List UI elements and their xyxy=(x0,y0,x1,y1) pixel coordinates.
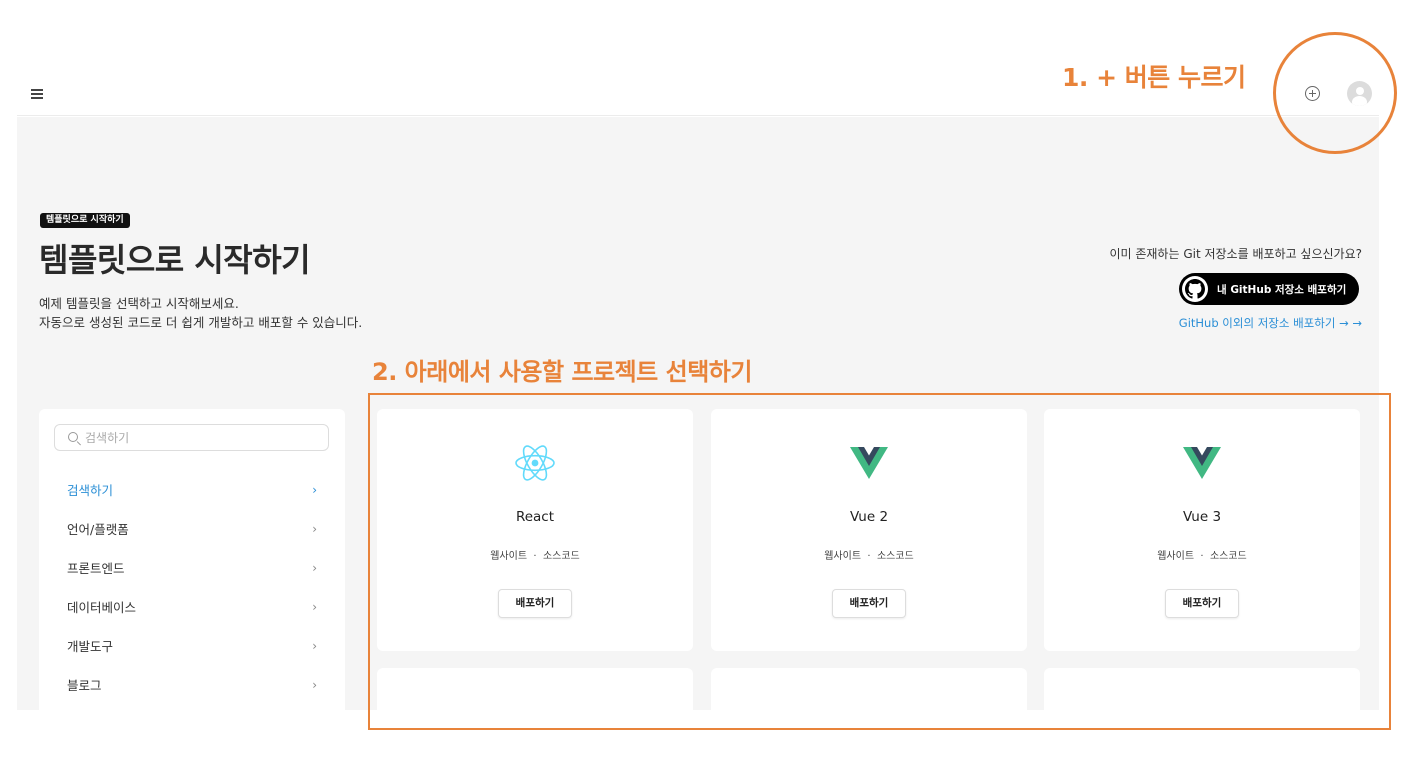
category-sidebar: 검색하기 › 언어/플랫폼 › 프론트엔드 › 데이터베이스 › 개발도구 › … xyxy=(39,409,345,710)
chevron-right-icon: › xyxy=(312,639,317,653)
annotation-highlight-box xyxy=(368,393,1391,730)
other-repo-link[interactable]: GitHub 이외의 저장소 배포하기 → → xyxy=(1179,315,1362,331)
description-line-1: 예제 템플릿을 선택하고 시작해보세요. xyxy=(39,296,239,311)
annotation-step-2: 2. 아래에서 사용할 프로젝트 선택하기 xyxy=(372,358,752,386)
chevron-right-icon: › xyxy=(312,483,317,497)
sidebar-item-label: 개발도구 xyxy=(67,639,114,654)
search-box[interactable] xyxy=(54,424,329,451)
sidebar-item-search[interactable]: 검색하기 › xyxy=(67,471,327,510)
sidebar-item-language-platform[interactable]: 언어/플랫폼 › xyxy=(67,510,327,549)
chevron-right-icon: › xyxy=(312,561,317,575)
annotation-circle xyxy=(1273,32,1397,154)
sidebar-item-devtools[interactable]: 개발도구 › xyxy=(67,627,327,666)
page-description: 예제 템플릿을 선택하고 시작해보세요. 자동으로 생성된 코드로 더 쉽게 개… xyxy=(39,294,362,332)
sidebar-item-database[interactable]: 데이터베이스 › xyxy=(67,588,327,627)
sidebar-item-label: 검색하기 xyxy=(67,483,114,498)
chevron-right-icon: › xyxy=(312,678,317,692)
sidebar-item-label: 언어/플랫폼 xyxy=(67,522,129,537)
sidebar-item-frontend[interactable]: 프론트엔드 › xyxy=(67,549,327,588)
deploy-github-repo-button[interactable]: 내 GitHub 저장소 배포하기 xyxy=(1179,273,1359,305)
search-icon xyxy=(68,432,78,442)
page-badge: 템플릿으로 시작하기 xyxy=(40,213,130,228)
existing-repo-question: 이미 존재하는 Git 저장소를 배포하고 싶으신가요? xyxy=(1109,247,1362,261)
chevron-right-icon: › xyxy=(312,522,317,536)
sidebar-item-label: 프론트엔드 xyxy=(67,561,125,576)
page-title: 템플릿으로 시작하기 xyxy=(39,241,311,279)
annotation-step-1: 1. + 버튼 누르기 xyxy=(1062,63,1246,92)
description-line-2: 자동으로 생성된 코드로 더 쉽게 개발하고 배포할 수 있습니다. xyxy=(39,315,363,330)
category-menu: 검색하기 › 언어/플랫폼 › 프론트엔드 › 데이터베이스 › 개발도구 › … xyxy=(67,471,327,705)
github-icon xyxy=(1182,276,1208,302)
search-input[interactable] xyxy=(85,428,315,448)
sidebar-item-label: 블로그 xyxy=(67,678,102,693)
sidebar-item-blog[interactable]: 블로그 › xyxy=(67,666,327,705)
sidebar-item-label: 데이터베이스 xyxy=(67,600,137,615)
chevron-right-icon: › xyxy=(312,600,317,614)
hamburger-icon[interactable] xyxy=(31,89,43,99)
github-button-label: 내 GitHub 저장소 배포하기 xyxy=(1217,284,1347,296)
